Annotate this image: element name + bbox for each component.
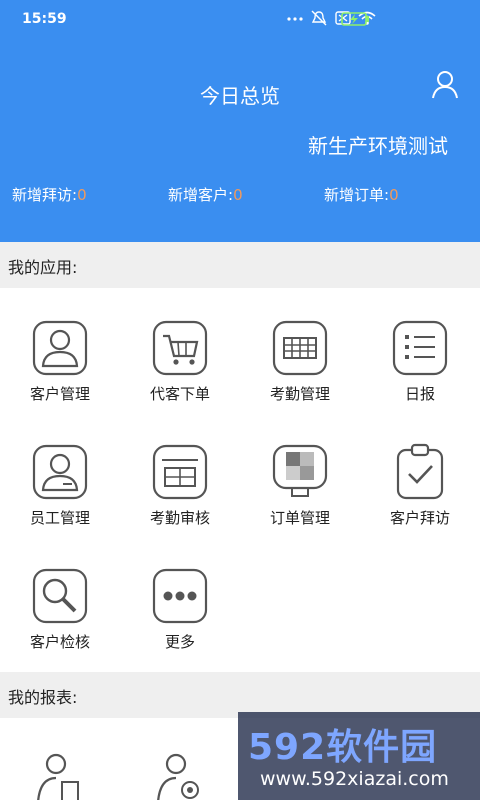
app-place-order[interactable]: 代客下单 [120,288,240,408]
app-attendance-review[interactable]: 考勤审核 [120,412,240,532]
app-label: 考勤审核 [149,509,210,527]
app-label: 客户检核 [29,633,90,651]
app-label: 客户拜访 [389,509,450,527]
employee-icon [32,444,88,500]
section-title: 我的报表: [8,688,78,707]
status-bar: 15:59 [0,0,480,38]
cart-icon [152,320,208,376]
more-icon [152,568,208,624]
app-label: 日报 [404,385,435,403]
stat-label: 新增订单: [324,186,390,204]
app-customer-visit[interactable]: 客户拜访 [360,412,480,532]
app-label: 更多 [164,633,195,651]
visit-report-icon[interactable] [150,746,210,800]
stat-label: 新增拜访: [12,186,78,204]
status-time: 15:59 [22,11,67,27]
app-order-management[interactable]: 订单管理 [240,412,360,532]
stat-value: 0 [233,186,243,204]
magnifier-icon [32,568,88,624]
section-title: 我的应用: [8,258,78,277]
stat-new-orders: 新增订单:0 [324,184,399,205]
app-label: 考勤管理 [269,385,330,403]
app-customer-management[interactable]: 客户管理 [0,288,120,408]
battery-icon [341,12,369,26]
app-more[interactable]: 更多 [120,536,240,656]
header-panel: 15:59 今日总览 新生产环境测试 新增拜访:0 新增客户:0 新增订单:0 [0,0,480,242]
daily-report-icon [392,320,448,376]
calendar-icon [152,444,208,500]
stat-new-customers: 新增客户:0 [168,184,243,205]
order-icon [272,444,328,497]
app-daily-report[interactable]: 日报 [360,288,480,408]
user-profile-icon[interactable] [431,70,459,100]
stat-new-visits: 新增拜访:0 [12,184,87,205]
app-label: 订单管理 [269,509,330,527]
attendance-grid-icon [272,320,328,376]
app-attendance-management[interactable]: 考勤管理 [240,288,360,408]
stat-label: 新增客户: [168,186,234,204]
app-employee-management[interactable]: 员工管理 [0,412,120,532]
watermark-title: 592软件园 [248,727,438,768]
apps-grid: 客户管理 代客下单 考勤管理 日报 员工管理 考勤审核 订单管理 客户拜访 客户… [0,288,480,672]
stat-value: 0 [389,186,399,204]
watermark-url: www.592xiazai.com [260,768,449,790]
customer-icon [32,320,88,376]
environment-name: 新生产环境测试 [308,134,448,158]
mute-bell-icon [311,10,327,26]
dots-icon [287,17,303,21]
watermark-overlay: 592软件园 www.592xiazai.com [238,712,480,800]
app-label: 代客下单 [149,385,210,403]
app-customer-inspection[interactable]: 客户检核 [0,536,120,656]
app-label: 员工管理 [29,509,90,527]
clipboard-check-icon [396,443,444,500]
app-label: 客户管理 [29,385,90,403]
stat-value: 0 [77,186,87,204]
page-title: 今日总览 [200,84,280,108]
section-my-apps: 我的应用: [0,242,480,288]
customer-report-icon[interactable] [30,746,90,800]
